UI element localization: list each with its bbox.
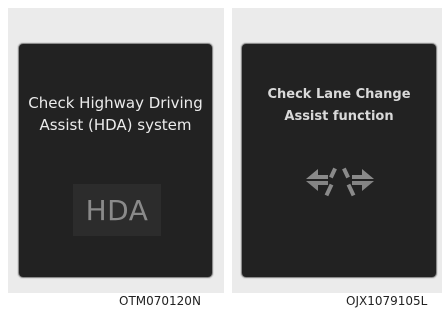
lane-message-line2: Assist function: [284, 109, 394, 124]
cluster-display-hda: Check Highway Driving Assist (HDA) syste…: [18, 43, 213, 278]
hda-icon-label: HDA: [85, 193, 149, 227]
figure-code-left: OTM070120N: [119, 294, 201, 308]
cluster-display-lane-change: Check Lane Change Assist function: [241, 43, 437, 278]
hda-message-line2: Assist (HDA) system: [39, 116, 192, 134]
lane-change-warning-message: Check Lane Change Assist function: [242, 84, 436, 128]
lane-change-warning-panel: Check Lane Change Assist function: [232, 8, 442, 293]
hda-message-line1: Check Highway Driving: [28, 94, 203, 112]
hda-warning-panel: Check Highway Driving Assist (HDA) syste…: [8, 8, 224, 293]
hda-indicator-icon: HDA: [73, 184, 161, 236]
figure-code-right: OJX1079105L: [346, 294, 428, 308]
lane-change-arrows-icon: [306, 167, 374, 197]
lane-message-line1: Check Lane Change: [267, 87, 411, 102]
hda-warning-message: Check Highway Driving Assist (HDA) syste…: [19, 92, 212, 136]
